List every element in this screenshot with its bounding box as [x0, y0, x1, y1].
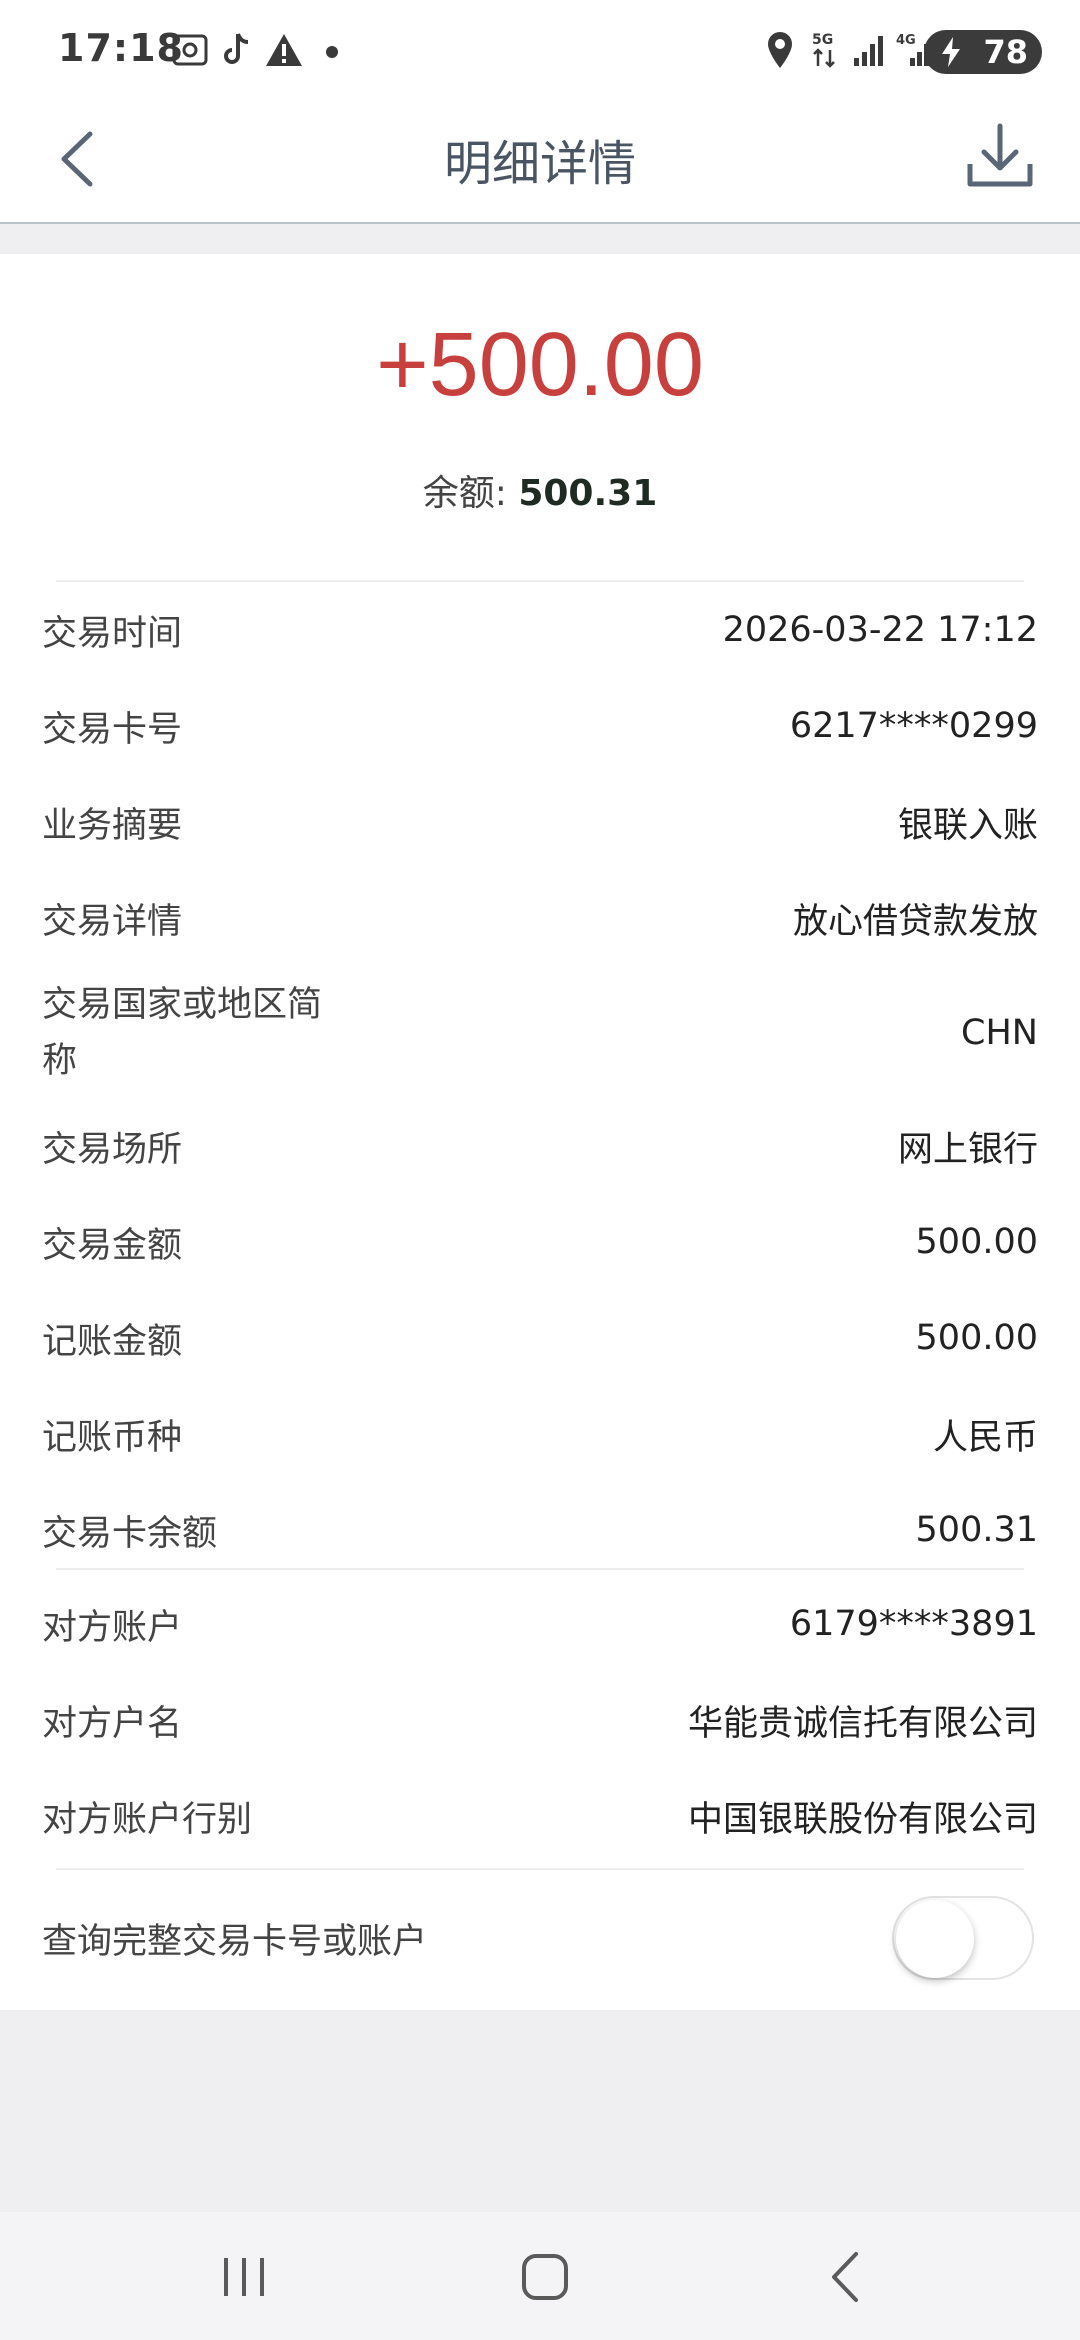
detail-row-transaction-amount: 交易金额 500.00 [42, 1194, 1038, 1290]
screenshot-icon [172, 34, 208, 66]
detail-label: 交易卡号 [42, 709, 183, 750]
detail-label: 业务摘要 [42, 805, 183, 846]
location-icon [768, 32, 792, 68]
divider [56, 1568, 1024, 1570]
detail-value: 银联入账 [897, 805, 1038, 846]
warning-icon [266, 34, 302, 66]
svg-text:4G: 4G [896, 33, 916, 48]
system-nav-bar [0, 2212, 1080, 2340]
toggle-knob [896, 1900, 974, 1978]
transaction-detail-card: +500.00 余额: 500.31 交易时间 2026-03-22 17:12… [0, 254, 1080, 2010]
status-time: 17:18 [58, 26, 184, 70]
detail-row-transaction-time: 交易时间 2026-03-22 17:12 [42, 582, 1038, 678]
divider [56, 1868, 1024, 1870]
full-number-toggle-row: 查询完整交易卡号或账户 [42, 1890, 1038, 1986]
balance-line: 余额: 500.31 [0, 464, 1080, 516]
page-title: 明细详情 [443, 136, 636, 192]
detail-label: 记账金额 [42, 1321, 183, 1362]
detail-row-counterparty-bank: 对方账户行别 中国银联股份有限公司 [42, 1768, 1038, 1864]
transaction-amount: +500.00 [376, 315, 704, 415]
detail-value: 2026-03-22 17:12 [722, 610, 1038, 650]
detail-value: 6217****0299 [789, 706, 1038, 746]
detail-value: CHN [961, 1013, 1038, 1053]
back-icon[interactable] [808, 2236, 888, 2316]
detail-value: 华能贵诚信托有限公司 [687, 1703, 1038, 1744]
svg-text:5G: 5G [812, 32, 833, 48]
status-bar: 17:18 5G 4G 78 [0, 0, 1080, 100]
detail-label: 对方户名 [42, 1703, 183, 1744]
detail-value: 500.00 [915, 1318, 1038, 1358]
detail-label: 交易详情 [42, 901, 183, 942]
balance-label: 余额: [422, 473, 507, 514]
detail-label: 记账币种 [42, 1417, 183, 1458]
header-gap [0, 224, 1080, 254]
signal-icon [854, 36, 883, 66]
detail-row-card-balance: 交易卡余额 500.31 [42, 1482, 1038, 1578]
detail-row-counterparty-account: 对方账户 6179****3891 [42, 1576, 1038, 1672]
detail-value: 人民币 [932, 1417, 1038, 1458]
balance-value: 500.31 [518, 473, 658, 514]
detail-value: 中国银联股份有限公司 [687, 1799, 1038, 1840]
full-number-toggle[interactable] [892, 1896, 1034, 1980]
detail-row-card-number: 交易卡号 6217****0299 [42, 678, 1038, 774]
detail-row-country: 交易国家或地区简称 CHN [42, 968, 1038, 1098]
detail-label: 对方账户行别 [42, 1799, 253, 1840]
home-icon[interactable] [506, 2236, 586, 2316]
recent-apps-icon[interactable] [204, 2236, 284, 2316]
battery-indicator: 78 [924, 30, 1042, 74]
detail-value: 网上银行 [897, 1129, 1038, 1170]
download-icon[interactable] [960, 118, 1040, 198]
detail-value: 500.00 [915, 1222, 1038, 1262]
detail-label: 交易时间 [42, 613, 183, 654]
detail-row-counterparty-name: 对方户名 华能贵诚信托有限公司 [42, 1672, 1038, 1768]
battery-level: 78 [983, 33, 1028, 71]
detail-label: 对方账户 [42, 1607, 183, 1648]
dot-icon [326, 46, 338, 58]
detail-row-summary: 业务摘要 银联入账 [42, 774, 1038, 870]
detail-label: 交易金额 [42, 1225, 183, 1266]
detail-value: 6179****3891 [789, 1604, 1038, 1644]
charging-icon [942, 37, 960, 67]
detail-row-details: 交易详情 放心借贷款发放 [42, 870, 1038, 966]
detail-value: 500.31 [915, 1510, 1038, 1550]
tiktok-icon [224, 33, 249, 64]
detail-row-posted-amount: 记账金额 500.00 [42, 1290, 1038, 1386]
detail-label: 交易国家或地区简称 [42, 985, 323, 1081]
toggle-label: 查询完整交易卡号或账户 [42, 1921, 428, 1962]
detail-row-currency: 记账币种 人民币 [42, 1386, 1038, 1482]
app-header: 明细详情 [0, 100, 1080, 224]
detail-row-venue: 交易场所 网上银行 [42, 1098, 1038, 1194]
detail-value: 放心借贷款发放 [792, 901, 1038, 942]
5g-icon: 5G [812, 32, 835, 68]
detail-label: 交易卡余额 [42, 1513, 218, 1554]
detail-label: 交易场所 [42, 1129, 183, 1170]
